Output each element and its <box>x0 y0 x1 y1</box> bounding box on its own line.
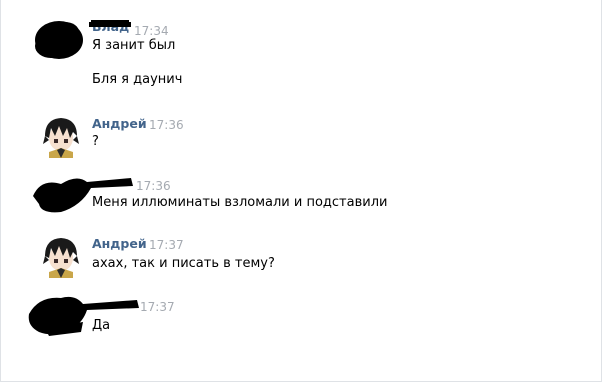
message-text: Бля я даунич <box>92 72 183 87</box>
message-author[interactable]: Андрей <box>92 117 147 131</box>
message-text: Да <box>92 318 111 333</box>
chat-history: Влад 17:34 Я занит был Бля я даунич Андр… <box>0 0 602 382</box>
anime-avatar-icon[interactable] <box>39 234 83 278</box>
message-time[interactable]: 17:36 <box>136 179 171 193</box>
anime-avatar-icon[interactable] <box>39 114 83 158</box>
censor-scribble-name <box>89 20 131 27</box>
censor-scribble-avatar <box>35 21 83 59</box>
message-time[interactable]: 17:34 <box>134 24 169 38</box>
message-text: ? <box>92 134 99 149</box>
censor-scribble-avatar <box>28 296 139 336</box>
message-text: Меня иллюминаты взломали и подставили <box>92 195 388 210</box>
message-time[interactable]: 17:37 <box>140 300 175 314</box>
message-time[interactable]: 17:36 <box>149 118 184 132</box>
message-author[interactable]: Андрей <box>92 237 147 251</box>
message-text: Я занит был <box>92 38 176 53</box>
message-time[interactable]: 17:37 <box>149 238 184 252</box>
message-text: ахах, так и писать в тему? <box>92 256 275 271</box>
